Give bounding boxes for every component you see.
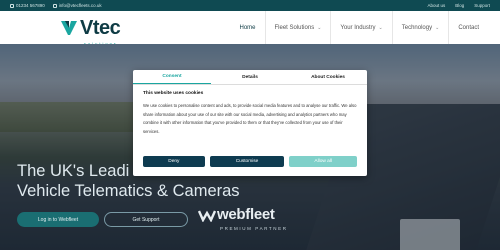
nav-item-label: Your Industry <box>340 24 376 31</box>
nav-menu: Home Fleet Solutions ⌄ Your Industry ⌄ Tec… <box>230 11 488 44</box>
phone-text: 01234 567890 <box>16 3 45 8</box>
webfleet-partner-subtitle: PREMIUM PARTNER <box>220 226 288 231</box>
phone-icon <box>10 3 14 8</box>
consent-heading: This website uses cookies <box>143 91 204 96</box>
webfleet-partner-logo: webfleet <box>217 206 275 223</box>
consent-actions: Deny Customise Allow all <box>143 156 358 167</box>
hero-title-line2: Vehicle Telematics & Cameras <box>17 182 240 200</box>
nav-item-contact[interactable]: Contact <box>449 11 488 44</box>
mail-icon <box>52 3 57 8</box>
nav-item-home[interactable]: Home <box>230 11 266 44</box>
email-text: info@vtecfleets.co.uk <box>58 3 102 8</box>
topbar-link-support[interactable]: Support <box>474 3 490 8</box>
topbar-link-about[interactable]: About us <box>427 3 445 8</box>
nav-item-technology[interactable]: Technology ⌄ <box>393 11 450 44</box>
tab-details[interactable]: Details <box>211 70 289 84</box>
tab-consent[interactable]: Consent <box>133 70 211 84</box>
logo-text: Vtec <box>80 16 121 39</box>
topbar-link-blog[interactable]: Blog <box>455 3 464 8</box>
webfleet-logo-icon <box>198 210 216 222</box>
login-webfleet-label: Log in to Webfleet <box>37 216 79 223</box>
deny-button[interactable]: Deny <box>143 156 205 167</box>
consent-description: We use cookies to personalise content an… <box>143 103 357 134</box>
nav-item-label: Contact <box>458 24 479 31</box>
get-support-button[interactable]: Get Support <box>104 212 188 227</box>
chevron-down-icon: ⌄ <box>435 24 440 31</box>
nav-item-label: Fleet Solutions <box>274 24 315 31</box>
nav-item-fleet-solutions[interactable]: Fleet Solutions ⌄ <box>266 11 332 44</box>
consent-tabs: Consent Details About Cookies <box>133 70 367 85</box>
get-support-label: Get Support <box>132 216 160 223</box>
phone-link[interactable]: 01234 567890 <box>10 3 45 8</box>
site-logo[interactable]: Vtec <box>60 16 121 39</box>
consent-body: This website uses cookies We use cookies… <box>133 85 367 136</box>
login-webfleet-button[interactable]: Log in to Webfleet <box>17 212 99 227</box>
nav-item-your-industry[interactable]: Your Industry ⌄ <box>331 11 393 44</box>
main-navbar: Vtec solutions Home Fleet Solutions⌄ You… <box>0 11 500 46</box>
webfleet-name: webfleet <box>217 206 275 223</box>
allow-all-button[interactable]: Allow all <box>289 156 358 167</box>
nav-item-label: Home <box>239 24 256 31</box>
chevron-down-icon: ⌄ <box>378 24 383 31</box>
email-link[interactable]: info@vtecfleets.co.uk <box>52 3 102 8</box>
customise-button[interactable]: Customise <box>209 156 285 167</box>
tab-about-cookies[interactable]: About Cookies <box>289 70 367 84</box>
vtec-logo-icon <box>61 20 77 35</box>
cookie-consent-dialog: Consent Details About Cookies This websi… <box>133 70 367 176</box>
top-contact-bar: 01234 567890 info@vtecfleets.co.uk About… <box>0 0 500 11</box>
chevron-down-icon: ⌄ <box>317 24 322 31</box>
nav-item-label: Technology <box>401 24 433 31</box>
